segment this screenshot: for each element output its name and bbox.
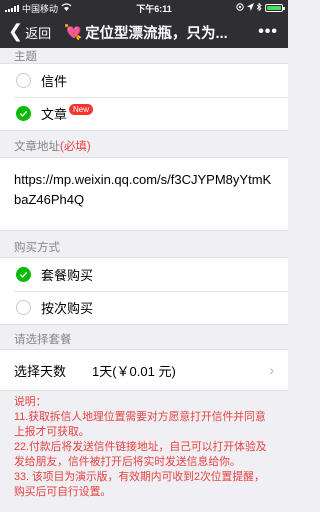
article-url-label-row: 文章地址 (必填) — [0, 135, 288, 157]
purchase-option-label: 按次购买 — [41, 301, 94, 316]
days-select-label: 选择天数 — [14, 363, 67, 379]
purchase-label: 购买方式 — [14, 242, 60, 254]
package-group: 选择天数 1天(￥0.01 元) › — [0, 349, 288, 391]
topic-option-label: 文章 — [41, 107, 68, 122]
purchase-group: 套餐购买 按次购买 — [0, 257, 288, 325]
signal-icon — [5, 4, 19, 12]
radio-unchecked-icon — [16, 73, 31, 88]
radio-checked-icon — [16, 267, 31, 282]
heart-icon: 💘 — [64, 24, 83, 41]
status-bar: 中国移动 下午6:11 — [0, 0, 288, 16]
notes-line: 33. 该项目为演示版，有效期内可收到2次位置提醒，购买后可自行设置。 — [14, 471, 265, 498]
status-right — [236, 2, 285, 13]
chevron-right-icon: › — [269, 362, 274, 378]
new-badge: New — [69, 104, 94, 115]
page-title-wrap: 💘 定位型漂流瓶，只为... — [64, 22, 248, 43]
wifi-icon — [61, 3, 72, 13]
topic-option-article[interactable]: 文章 New — [0, 97, 288, 130]
notes-line: 22.付款后将发送信件链接地址，自己可以打开体验及发给朋友，信件被打开后将实时发… — [14, 441, 267, 468]
days-select[interactable]: 选择天数 1天(￥0.01 元) › — [0, 350, 288, 390]
navigation-arrow-icon — [246, 3, 254, 13]
notes-title: 说明： — [14, 396, 47, 408]
radio-checked-icon — [16, 106, 31, 121]
purchase-option-package[interactable]: 套餐购买 — [0, 258, 288, 291]
status-left: 中国移动 — [5, 2, 72, 15]
purchase-option-label: 套餐购买 — [41, 268, 94, 283]
radio-unchecked-icon — [16, 300, 31, 315]
notes-line: 11.获取拆信人地理位置需要对方愿意打开信件并同意上报才可获取。 — [14, 411, 266, 438]
carrier-name: 中国移动 — [22, 3, 59, 14]
topic-label: 主题 — [14, 51, 37, 63]
topic-option-letter[interactable]: 信件 — [0, 64, 288, 97]
form-content: 主题 信件 文章 New 文章地址 (必填) https://mp.weixin… — [0, 48, 288, 512]
package-label: 请选择套餐 — [14, 334, 72, 346]
page-title: 定位型漂流瓶，只为... — [85, 25, 228, 42]
purchase-option-per-use[interactable]: 按次购买 — [0, 291, 288, 324]
battery-icon — [264, 4, 285, 12]
nav-bar: ❮ 返回 💘 定位型漂流瓶，只为... ••• — [0, 16, 288, 48]
back-label: 返回 — [25, 25, 52, 41]
days-select-value: 1天(￥0.01 元) — [92, 363, 176, 379]
required-mark: (必填) — [60, 141, 91, 153]
chevron-left-icon: ❮ — [8, 21, 24, 41]
back-button[interactable]: ❮ 返回 — [8, 21, 52, 42]
topic-group: 信件 文章 New — [0, 63, 288, 131]
notes: 说明： 11.获取拆信人地理位置需要对方愿意打开信件并同意上报才可获取。 22.… — [0, 391, 288, 504]
more-button[interactable]: ••• — [258, 23, 278, 41]
topic-option-label: 信件 — [41, 74, 68, 89]
location-icon — [236, 3, 244, 13]
article-url-input[interactable]: https://mp.weixin.qq.com/s/f3CJYPM8yYtmK… — [0, 157, 288, 231]
bluetooth-icon — [256, 2, 262, 13]
status-time: 下午6:11 — [136, 3, 172, 14]
article-url-label: 文章地址 — [14, 141, 60, 153]
